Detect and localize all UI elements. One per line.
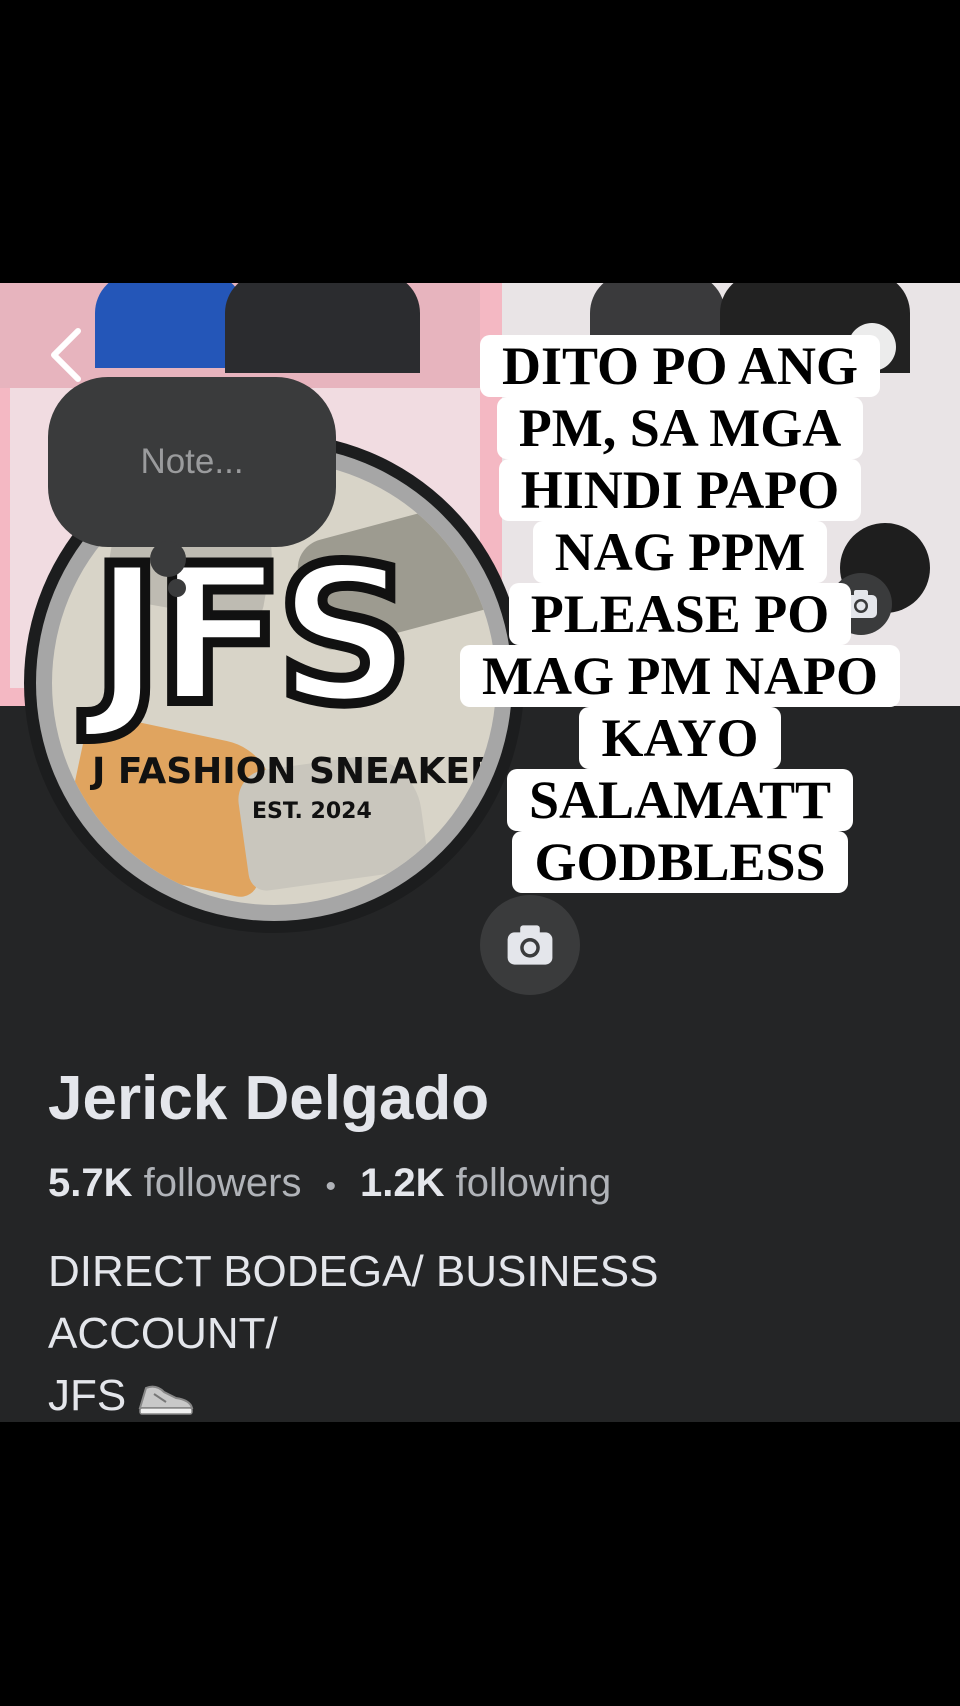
caption-line: NAG PPM xyxy=(532,521,828,583)
caption-line: HINDI PAPO xyxy=(498,459,862,521)
bio-line: ACCOUNT/ xyxy=(48,1309,278,1358)
chevron-left-icon xyxy=(51,328,81,382)
note-tail xyxy=(150,541,186,577)
followers-count: 5.7K xyxy=(48,1161,133,1205)
caption-line: KAYO xyxy=(579,707,781,769)
sneaker-emoji-icon xyxy=(138,1386,194,1416)
camera-icon xyxy=(507,925,553,965)
bio-line-last: JFS xyxy=(48,1365,808,1422)
bio-line: JFS xyxy=(48,1371,127,1420)
caption-line: SALAMATT xyxy=(506,769,854,831)
note-tail xyxy=(168,579,186,597)
following-count: 1.2K xyxy=(359,1161,445,1205)
avatar-logo-monogram: JFS xyxy=(87,525,418,746)
bio-line: DIRECT BODEGA/ BUSINESS xyxy=(48,1247,659,1296)
note-bubble[interactable]: Note... xyxy=(48,377,336,547)
avatar-camera-button[interactable] xyxy=(480,895,580,995)
note-placeholder: Note... xyxy=(140,442,244,481)
profile-name: Jerick Delgado xyxy=(48,1064,490,1133)
caption-line: PM, SA MGA xyxy=(496,397,864,459)
cover-person xyxy=(225,283,420,373)
follow-stats: 5.7K followers • 1.2K following xyxy=(48,1161,611,1206)
caption-line: PLEASE PO xyxy=(508,583,852,645)
caption-line: GODBLESS xyxy=(512,831,848,893)
followers-label: followers xyxy=(143,1161,302,1205)
caption-line: MAG PM NAPO xyxy=(460,645,900,707)
profile-screen: JFS J FASHION SNEAKERS EST. 2024 Note...… xyxy=(0,283,960,1422)
followers-link[interactable]: 5.7K followers xyxy=(48,1161,301,1205)
caption-overlay: DITO PO ANG PM, SA MGA HINDI PAPO NAG PP… xyxy=(420,335,940,893)
stats-separator: • xyxy=(325,1170,336,1203)
following-label: following xyxy=(455,1161,612,1205)
caption-line: DITO PO ANG xyxy=(479,335,881,397)
avatar-logo-established: EST. 2024 xyxy=(252,799,372,824)
back-button[interactable] xyxy=(40,323,96,387)
following-link[interactable]: 1.2K following xyxy=(360,1161,611,1205)
cover-person xyxy=(95,283,245,368)
profile-bio: DIRECT BODEGA/ BUSINESS ACCOUNT/ JFS xyxy=(48,1241,808,1422)
